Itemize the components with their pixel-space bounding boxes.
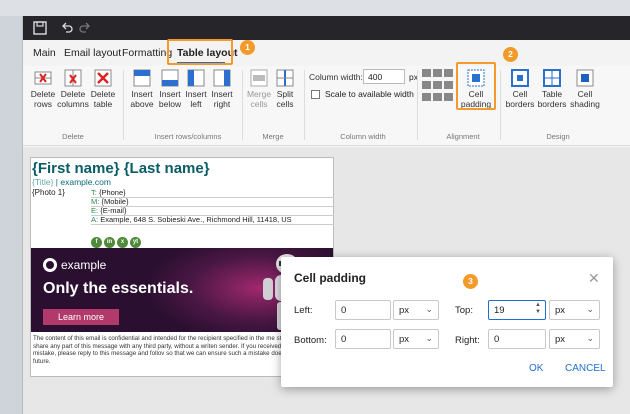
bottom-padding-unit-select[interactable]: px ⌄ [393,329,439,349]
top-padding-input[interactable]: 19 ▲ ▼ [488,300,546,320]
facebook-icon[interactable]: f [91,237,102,248]
ribbon-toolbar: Delete rows Delete columns Delete table … [23,66,630,146]
banner-headline: Only the essentials. [43,280,194,297]
contact-row-address[interactable]: A: Example, 648 S. Sobieski Ave., Richmo… [91,215,334,225]
merge-cells-icon [250,69,268,87]
x-icon[interactable]: x [117,237,128,248]
right-padding-label: Right: [455,335,480,346]
tab-formatting[interactable]: Formatting [122,47,172,59]
learn-more-button[interactable]: Learn more [43,309,119,325]
callout-frame-cell-padding [456,62,496,110]
insert-left-icon [187,69,205,87]
cell-shading-button[interactable]: Cell shading [568,69,602,109]
callout-badge-2: 2 [503,47,518,62]
banner-brand: example [43,258,106,272]
social-icons: f in x yt [91,234,143,248]
group-label-insert: Insert rows/columns [154,132,222,141]
bottom-padding-input[interactable]: 0 [335,329,391,349]
cell-borders-icon [511,69,529,87]
signature-photo-placeholder[interactable]: {Photo 1} [32,188,65,197]
delete-columns-button[interactable]: Delete columns [56,69,90,109]
table-borders-icon [543,69,561,87]
insert-right-icon [213,69,231,87]
cell-borders-button[interactable]: Cell borders [503,69,537,109]
bottom-padding-label: Bottom: [294,335,327,346]
redo-icon[interactable] [79,21,91,33]
insert-right-button[interactable]: Insert right [205,69,239,109]
left-padding-unit-select[interactable]: px ⌄ [393,300,439,320]
ok-button[interactable]: OK [529,363,543,374]
top-padding-label: Top: [455,305,473,316]
delete-table-button[interactable]: Delete table [86,69,120,109]
right-padding-input[interactable]: 0 [488,329,546,349]
signature-title-line[interactable]: {Title} | example.com [32,177,111,187]
group-label-alignment: Alignment [446,132,480,141]
chevron-down-icon: ⌄ [586,304,594,314]
spinner-icon[interactable]: ▲ ▼ [535,302,541,316]
top-padding-unit-select[interactable]: px ⌄ [549,300,600,320]
cancel-button[interactable]: CANCEL [565,363,606,374]
chevron-down-icon: ⌄ [425,304,433,314]
brand-logo-icon [43,258,57,272]
alignment-grid[interactable] [422,69,454,103]
dialog-title: Cell padding [294,271,366,285]
title-bar [23,16,630,40]
close-icon[interactable]: ✕ [588,270,600,287]
insert-below-icon [161,69,179,87]
callout-badge-1: 1 [240,40,255,55]
tab-main[interactable]: Main [33,47,56,59]
right-padding-unit-select[interactable]: px ⌄ [549,329,600,349]
callout-frame-table-layout [167,39,233,65]
cell-shading-icon [576,69,594,87]
signature-full-name[interactable]: {First name} {Last name} [32,160,210,177]
column-width-label: Column width: [309,72,363,82]
cell-padding-dialog: Cell padding ✕ Left: 0 px ⌄ Top: 19 ▲ ▼ px ⌄… [281,257,613,387]
youtube-icon[interactable]: yt [130,237,141,248]
group-label-delete: Delete [62,132,84,141]
group-label-column-width: Column width [340,132,386,141]
group-label-merge: Merge [262,132,284,141]
linkedin-icon[interactable]: in [104,237,115,248]
left-padding-input[interactable]: 0 [335,300,391,320]
split-cells-icon [276,69,294,87]
delete-table-icon [94,69,112,87]
delete-rows-button[interactable]: Delete rows [26,69,60,109]
chevron-down-icon: ⌄ [586,333,594,343]
callout-badge-3: 3 [463,274,478,289]
scale-to-width-label: Scale to available width [325,89,414,99]
delete-columns-icon [64,69,82,87]
ribbon-tabs: Main Email layout Formatting Table layou… [23,40,630,66]
chevron-down-icon: ⌄ [425,333,433,343]
group-label-design: Design [546,132,570,141]
tab-email-layout[interactable]: Email layout [64,47,121,59]
table-borders-button[interactable]: Table borders [535,69,569,109]
undo-icon[interactable] [61,21,73,33]
scale-to-width-checkbox[interactable] [311,90,320,99]
column-width-input[interactable]: 400 [363,69,405,84]
left-padding-label: Left: [294,305,313,316]
background-app-bar [0,0,630,16]
save-icon[interactable] [33,21,47,35]
delete-rows-icon [34,71,52,85]
split-cells-button[interactable]: Split cells [268,69,302,109]
insert-above-icon [133,69,151,87]
